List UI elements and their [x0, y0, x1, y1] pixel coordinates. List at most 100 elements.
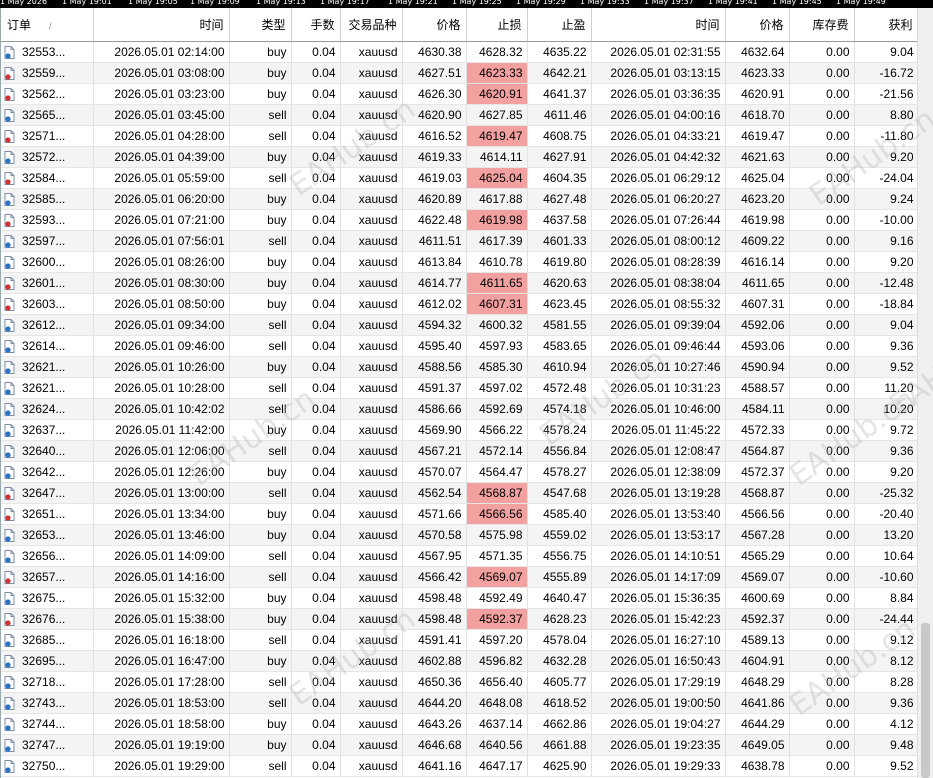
profit-cell: -11.80 [854, 125, 918, 147]
close-price-cell: 4623.33 [725, 62, 790, 84]
column-header-open-price[interactable]: 价格 [402, 8, 467, 42]
table-row[interactable]: 32637... 2026.05.01 11:42:00 buy 0.04 xauusd… [1, 419, 918, 441]
table-row[interactable]: 32685... 2026.05.01 16:18:00 sell 0.04 xauus… [1, 629, 918, 651]
time-axis-label: 1 May 19:01 [62, 0, 112, 6]
table-row[interactable]: 32624... 2026.05.01 10:42:02 sell 0.04 xauus… [1, 398, 918, 420]
order-cell: 32612... [1, 314, 94, 336]
symbol-cell: xauusd [340, 713, 403, 735]
table-row[interactable]: 32651... 2026.05.01 13:34:00 buy 0.04 xauusd… [1, 503, 918, 525]
table-row[interactable]: 32584... 2026.05.01 05:59:00 sell 0.04 xauus… [1, 167, 918, 189]
order-document-icon [4, 718, 15, 731]
close-time-cell: 2026.05.01 06:29:12 [591, 167, 726, 189]
tp-cell: 4608.75 [527, 125, 592, 147]
close-price-cell: 4593.06 [725, 335, 790, 357]
lots-cell: 0.04 [291, 377, 341, 399]
order-document-icon [4, 760, 15, 773]
vertical-scrollbar[interactable] [917, 8, 933, 778]
table-row[interactable]: 32572... 2026.05.01 04:39:00 buy 0.04 xauusd… [1, 146, 918, 168]
table-row[interactable]: 32657... 2026.05.01 14:16:00 sell 0.04 xauus… [1, 566, 918, 588]
table-row[interactable]: 32593... 2026.05.01 07:21:00 buy 0.04 xauusd… [1, 209, 918, 231]
close-time-cell: 2026.05.01 06:20:27 [591, 188, 726, 210]
swap-cell: 0.00 [789, 314, 855, 336]
table-row[interactable]: 32695... 2026.05.01 16:47:00 buy 0.04 xauusd… [1, 650, 918, 672]
column-header-stop-loss[interactable]: 止损 [466, 8, 528, 42]
column-header-type[interactable]: 类型 [229, 8, 292, 42]
symbol-cell: xauusd [340, 83, 403, 105]
table-row[interactable]: 32565... 2026.05.01 03:45:00 sell 0.04 xauus… [1, 104, 918, 126]
table-row[interactable]: 32750... 2026.05.01 19:29:00 sell 0.04 xauus… [1, 755, 918, 777]
column-header-order[interactable]: 订单 / [1, 8, 94, 42]
profit-cell: 11.20 [854, 377, 918, 399]
table-row[interactable]: 32603... 2026.05.01 08:50:00 buy 0.04 xauusd… [1, 293, 918, 315]
table-row[interactable]: 32676... 2026.05.01 15:38:00 buy 0.04 xauusd… [1, 608, 918, 630]
order-cell: 32562... [1, 83, 94, 105]
table-row[interactable]: 32614... 2026.05.01 09:46:00 sell 0.04 xauus… [1, 335, 918, 357]
table-row[interactable]: 32744... 2026.05.01 18:58:00 buy 0.04 xauusd… [1, 713, 918, 735]
table-row[interactable]: 32601... 2026.05.01 08:30:00 buy 0.04 xauusd… [1, 272, 918, 294]
column-header-close-price[interactable]: 价格 [725, 8, 790, 42]
close-time-cell: 2026.05.01 19:00:50 [591, 692, 726, 714]
order-document-icon [4, 550, 15, 563]
type-cell: buy [229, 41, 292, 63]
column-header-take-profit[interactable]: 止盈 [527, 8, 592, 42]
table-row[interactable]: 32585... 2026.05.01 06:20:00 buy 0.04 xauusd… [1, 188, 918, 210]
open-price-cell: 4566.42 [402, 566, 467, 588]
table-row[interactable]: 32571... 2026.05.01 04:28:00 sell 0.04 xauus… [1, 125, 918, 147]
swap-cell: 0.00 [789, 293, 855, 315]
column-header-close-time[interactable]: 时间 [591, 8, 726, 42]
order-cell: 32647... [1, 482, 94, 504]
time-axis-label: 1 May 19:37 [644, 0, 694, 6]
close-price-cell: 4625.04 [725, 167, 790, 189]
table-row[interactable]: 32653... 2026.05.01 13:46:00 buy 0.04 xauusd… [1, 524, 918, 546]
table-row[interactable]: 32747... 2026.05.01 19:19:00 buy 0.04 xauusd… [1, 734, 918, 756]
table-row[interactable]: 32718... 2026.05.01 17:28:00 sell 0.04 xauus… [1, 671, 918, 693]
type-cell: sell [229, 482, 292, 504]
table-row[interactable]: 32621... 2026.05.01 10:26:00 buy 0.04 xauusd… [1, 356, 918, 378]
table-row[interactable]: 32597... 2026.05.01 07:56:01 sell 0.04 xauus… [1, 230, 918, 252]
close-price-cell: 4644.29 [725, 713, 790, 735]
symbol-cell: xauusd [340, 335, 403, 357]
table-row[interactable]: 32640... 2026.05.01 12:06:00 sell 0.04 xauus… [1, 440, 918, 462]
table-row[interactable]: 32642... 2026.05.01 12:26:00 buy 0.04 xauusd… [1, 461, 918, 483]
table-row[interactable]: 32743... 2026.05.01 18:53:00 sell 0.04 xauus… [1, 692, 918, 714]
close-price-cell: 4611.65 [725, 272, 790, 294]
table-row[interactable]: 32600... 2026.05.01 08:26:00 buy 0.04 xauusd… [1, 251, 918, 273]
open-time-cell: 2026.05.01 14:16:00 [93, 566, 230, 588]
open-price-cell: 4591.41 [402, 629, 467, 651]
sl-cell: 4619.98 [466, 209, 528, 231]
table-row[interactable]: 32559... 2026.05.01 03:08:00 buy 0.04 xauusd… [1, 62, 918, 84]
table-row[interactable]: 32612... 2026.05.01 09:34:00 sell 0.04 xauus… [1, 314, 918, 336]
column-header-swap[interactable]: 库存费 [789, 8, 855, 42]
symbol-cell: xauusd [340, 671, 403, 693]
table-row[interactable]: 32647... 2026.05.01 13:00:00 sell 0.04 xauus… [1, 482, 918, 504]
close-price-cell: 4648.29 [725, 671, 790, 693]
close-price-cell: 4572.33 [725, 419, 790, 441]
profit-cell: 9.20 [854, 461, 918, 483]
column-header-lots[interactable]: 手数 [291, 8, 341, 42]
lots-cell: 0.04 [291, 650, 341, 672]
column-header-profit[interactable]: 获利 [854, 8, 918, 42]
open-time-cell: 2026.05.01 03:23:00 [93, 83, 230, 105]
order-cell: 32747... [1, 734, 94, 756]
table-row[interactable]: 32562... 2026.05.01 03:23:00 buy 0.04 xauusd… [1, 83, 918, 105]
open-price-cell: 4616.52 [402, 125, 467, 147]
table-row[interactable]: 32621... 2026.05.01 10:28:00 sell 0.04 xauus… [1, 377, 918, 399]
sl-cell: 4566.56 [466, 503, 528, 525]
profit-cell: 10.20 [854, 398, 918, 420]
profit-cell: 9.04 [854, 41, 918, 63]
sl-cell: 4571.35 [466, 545, 528, 567]
order-id: 32559... [22, 66, 66, 80]
scrollbar-thumb[interactable] [921, 623, 930, 778]
order-document-icon [4, 466, 15, 479]
symbol-cell: xauusd [340, 419, 403, 441]
table-row[interactable]: 32553... 2026.05.01 02:14:00 buy 0.04 xauusd… [1, 41, 918, 63]
column-header-open-time[interactable]: 时间 [93, 8, 230, 42]
column-header-symbol[interactable]: 交易品种 [340, 8, 403, 42]
table-row[interactable]: 32656... 2026.05.01 14:09:00 sell 0.04 xauus… [1, 545, 918, 567]
profit-cell: -20.40 [854, 503, 918, 525]
table-row[interactable]: 32675... 2026.05.01 15:32:00 buy 0.04 xauusd… [1, 587, 918, 609]
type-cell: buy [229, 209, 292, 231]
order-document-icon [4, 403, 15, 416]
type-cell: buy [229, 587, 292, 609]
open-price-cell: 4591.37 [402, 377, 467, 399]
